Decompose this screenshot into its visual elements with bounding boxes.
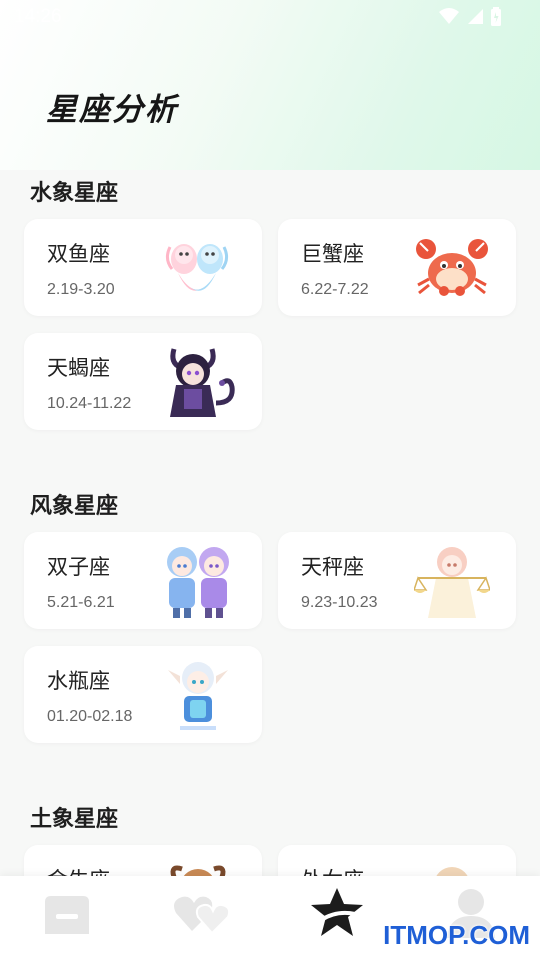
sign-date: 01.20-02.18 [47, 708, 133, 725]
home-icon [45, 896, 89, 934]
signal-icon [468, 9, 483, 24]
section-title-water: 水象星座 [30, 180, 119, 205]
sign-date: 6.22-7.22 [301, 281, 369, 298]
status-time: 14:26 [14, 6, 62, 27]
battery-icon [491, 7, 501, 26]
aquarius-illustration [168, 662, 228, 730]
section-title-earth: 土象星座 [30, 806, 119, 831]
sign-name: 巨蟹座 [301, 243, 364, 266]
sign-card-aquarius[interactable]: 水瓶座 01.20-02.18 [24, 646, 262, 743]
section-title-air: 风象星座 [30, 493, 119, 518]
sign-name: 双鱼座 [47, 243, 110, 266]
hearts-icon [174, 896, 231, 935]
sign-date: 2.19-3.20 [47, 281, 115, 298]
sign-date: 5.21-6.21 [47, 594, 115, 611]
sign-name: 天秤座 [301, 556, 364, 579]
page-title: 星座分析 [46, 92, 178, 127]
star-icon [311, 888, 363, 936]
scorpio-illustration [170, 348, 235, 417]
sign-name: 水瓶座 [47, 670, 110, 693]
watermark: ITMOP.COM [383, 920, 530, 950]
cancer-illustration [416, 239, 488, 296]
tab-constellation[interactable] [306, 884, 368, 940]
sign-card-cancer[interactable]: 巨蟹座 6.22-7.22 [278, 219, 516, 316]
gemini-illustration [167, 547, 229, 618]
sign-card-scorpio[interactable]: 天蝎座 10.24-11.22 [24, 333, 262, 430]
status-bar: 14:26 [0, 0, 540, 36]
status-icons [438, 7, 502, 27]
sign-date: 9.23-10.23 [301, 594, 378, 611]
wifi-icon [439, 8, 459, 24]
sign-card-pisces[interactable]: 双鱼座 2.19-3.20 [24, 219, 262, 316]
sign-name: 天蝎座 [47, 357, 110, 380]
sign-name: 双子座 [47, 556, 110, 579]
libra-illustration [414, 547, 490, 618]
sign-date: 10.24-11.22 [47, 395, 132, 412]
sign-card-gemini[interactable]: 双子座 5.21-6.21 [24, 532, 262, 629]
sign-card-libra[interactable]: 天秤座 9.23-10.23 [278, 532, 516, 629]
tab-home[interactable] [36, 884, 98, 940]
pisces-illustration [165, 244, 229, 291]
tab-match[interactable] [171, 884, 233, 940]
